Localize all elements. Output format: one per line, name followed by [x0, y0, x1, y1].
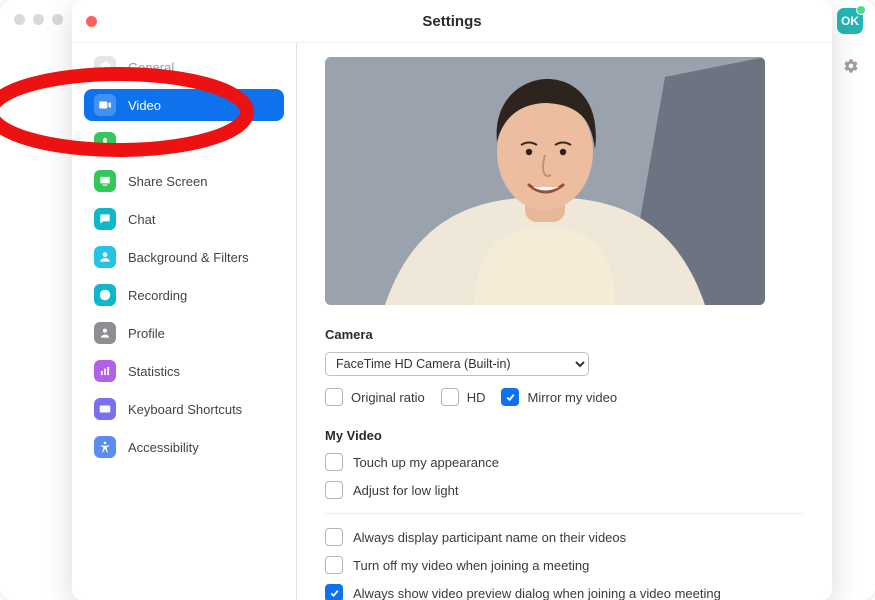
sidebar-item-label: Chat	[128, 212, 155, 227]
opt-meeting-0[interactable]: Always display participant name on their…	[325, 528, 804, 546]
opt-myvideo-1[interactable]: Adjust for low light	[325, 481, 804, 499]
sidebar-item-video[interactable]: Video	[84, 89, 284, 121]
label-camera: Camera	[325, 327, 804, 342]
record-icon	[94, 284, 116, 306]
sidebar-item-label: Recording	[128, 288, 187, 303]
checkbox-original-ratio[interactable]	[325, 388, 343, 406]
avatar-initials: OK	[841, 14, 859, 28]
sidebar-item-label: Background & Filters	[128, 250, 249, 265]
close-icon[interactable]	[86, 16, 97, 27]
opt-meeting-1[interactable]: Turn off my video when joining a meeting	[325, 556, 804, 574]
bg-traffic-lights	[14, 14, 63, 25]
sidebar: General Video Share Screen Chat Background &…	[72, 43, 297, 600]
content: Camera FaceTime HD Camera (Built-in) Ori…	[297, 43, 832, 600]
sidebar-item-recording[interactable]: Recording	[84, 279, 284, 311]
label-my-video: My Video	[325, 428, 804, 443]
opt-myvideo-0[interactable]: Touch up my appearance	[325, 453, 804, 471]
sidebar-item-label: Keyboard Shortcuts	[128, 402, 242, 417]
gear-icon[interactable]	[843, 58, 859, 74]
keyboard-icon	[94, 398, 116, 420]
sidebar-item-bg[interactable]: Background & Filters	[84, 241, 284, 273]
profile-icon	[94, 322, 116, 344]
settings-panel: Settings General Video Share Screen Chat Bac…	[72, 0, 832, 600]
opt-hd[interactable]: HD	[441, 388, 486, 406]
checkbox-myvideo-1[interactable]	[325, 481, 343, 499]
checkbox-mirror[interactable]	[501, 388, 519, 406]
sidebar-item-keys[interactable]: Keyboard Shortcuts	[84, 393, 284, 425]
person-icon	[94, 246, 116, 268]
sidebar-item-general[interactable]: General	[84, 51, 284, 83]
sidebar-item-label: Video	[128, 98, 161, 113]
opt-meeting-2[interactable]: Always show video preview dialog when jo…	[325, 584, 804, 600]
sidebar-item-label: Profile	[128, 326, 165, 341]
presence-dot	[856, 5, 866, 15]
sidebar-item-label: Share Screen	[128, 174, 208, 189]
sidebar-item-audio[interactable]	[84, 127, 284, 159]
stats-icon	[94, 360, 116, 382]
checkbox-meeting-2[interactable]	[325, 584, 343, 600]
sidebar-item-profile[interactable]: Profile	[84, 317, 284, 349]
checkbox-meeting-1[interactable]	[325, 556, 343, 574]
video-icon	[94, 94, 116, 116]
sidebar-item-label: Statistics	[128, 364, 180, 379]
a11y-icon	[94, 436, 116, 458]
sidebar-item-share[interactable]: Share Screen	[84, 165, 284, 197]
sidebar-item-stats[interactable]: Statistics	[84, 355, 284, 387]
gear-icon	[94, 56, 116, 78]
opt-original-ratio[interactable]: Original ratio	[325, 388, 425, 406]
sidebar-item-a11y[interactable]: Accessibility	[84, 431, 284, 463]
opt-mirror[interactable]: Mirror my video	[501, 388, 617, 406]
checkbox-myvideo-0[interactable]	[325, 453, 343, 471]
audio-icon	[94, 132, 116, 154]
share-icon	[94, 170, 116, 192]
checkbox-meeting-0[interactable]	[325, 528, 343, 546]
sidebar-item-label: Accessibility	[128, 440, 199, 455]
sidebar-item-chat[interactable]: Chat	[84, 203, 284, 235]
page-title: Settings	[422, 13, 481, 30]
sidebar-item-label: General	[128, 60, 174, 75]
camera-select[interactable]: FaceTime HD Camera (Built-in)	[325, 352, 589, 376]
avatar[interactable]: OK	[837, 8, 863, 34]
chat-icon	[94, 208, 116, 230]
panel-body: General Video Share Screen Chat Background &…	[72, 43, 832, 600]
checkbox-hd[interactable]	[441, 388, 459, 406]
panel-header: Settings	[72, 0, 832, 43]
separator	[325, 513, 804, 514]
camera-options-row: Original ratio HD Mirror my video	[325, 388, 804, 406]
video-preview	[325, 57, 765, 305]
